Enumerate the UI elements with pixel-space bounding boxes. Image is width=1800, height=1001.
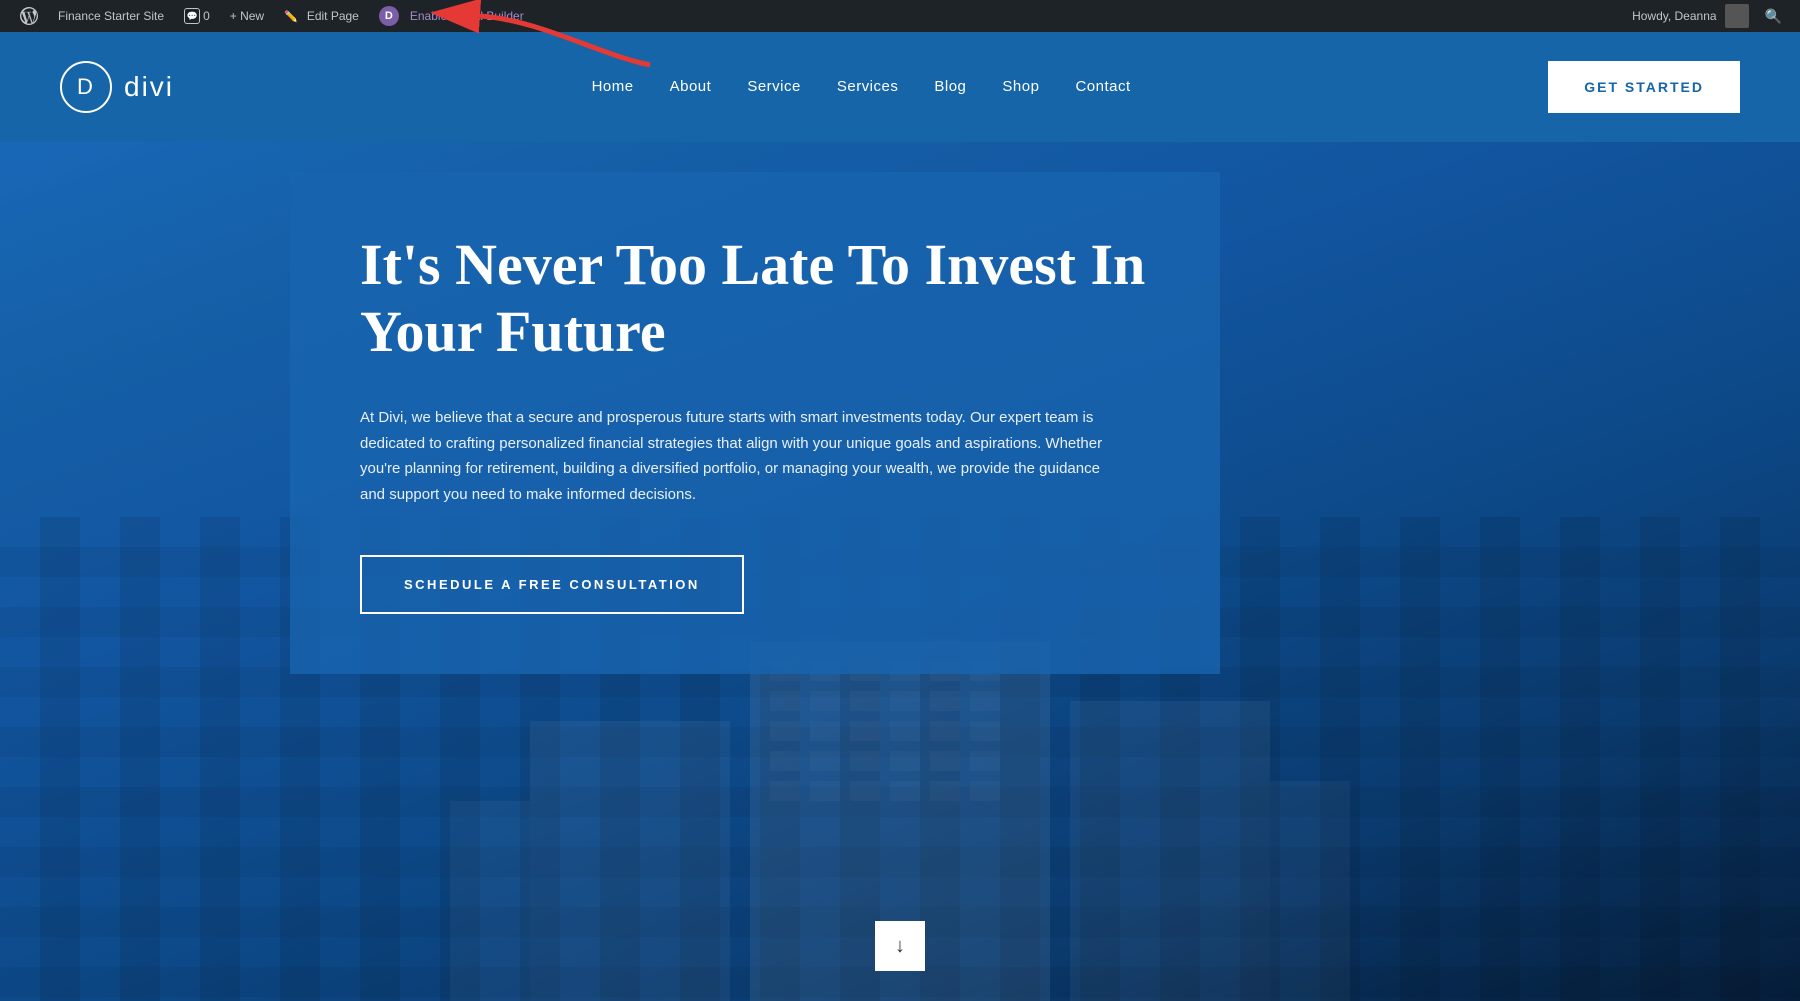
hero-description: At Divi, we believe that a secure and pr… (360, 405, 1120, 507)
nav-item-home[interactable]: Home (592, 78, 634, 96)
get-started-button[interactable]: GET STARTED (1548, 61, 1740, 113)
site-name-item[interactable]: Finance Starter Site (48, 0, 174, 32)
nav-item-about[interactable]: About (670, 78, 712, 96)
divi-icon: D (379, 6, 399, 26)
search-icon[interactable]: 🔍 (1757, 8, 1790, 25)
nav-link-home[interactable]: Home (592, 78, 634, 95)
enable-visual-builder-label: Enable Visual Builder (410, 9, 524, 23)
nav-item-contact[interactable]: Contact (1075, 78, 1130, 96)
logo-circle: D (60, 61, 112, 113)
hero-title: It's Never Too Late To Invest In Your Fu… (360, 232, 1150, 365)
edit-page-label: Edit Page (307, 9, 359, 23)
site-logo[interactable]: D divi (60, 61, 174, 113)
admin-bar: Finance Starter Site 💬 0 + New ✏️ Edit P… (0, 0, 1800, 32)
nav-item-blog[interactable]: Blog (934, 78, 966, 96)
scroll-down-icon: ↓ (895, 935, 905, 958)
user-avatar (1725, 4, 1749, 28)
nav-item-service[interactable]: Service (747, 78, 801, 96)
site-name-label: Finance Starter Site (58, 9, 164, 23)
nav-item-services[interactable]: Services (837, 78, 899, 96)
wp-logo-item[interactable] (10, 0, 48, 32)
comments-count: 0 (203, 9, 210, 23)
hero-section: It's Never Too Late To Invest In Your Fu… (0, 32, 1800, 1001)
nav-link-about[interactable]: About (670, 78, 712, 95)
nav-item-shop[interactable]: Shop (1002, 78, 1039, 96)
enable-visual-builder-item[interactable]: D Enable Visual Builder (369, 0, 534, 32)
nav-link-service[interactable]: Service (747, 78, 801, 95)
nav-link-shop[interactable]: Shop (1002, 78, 1039, 95)
new-item[interactable]: + New (220, 0, 274, 32)
logo-text: divi (124, 71, 174, 103)
comments-item[interactable]: 💬 0 (174, 0, 220, 32)
site-header: D divi Home About Service Services Blog … (0, 32, 1800, 142)
admin-bar-right: Howdy, Deanna 🔍 (1632, 4, 1790, 28)
scroll-down-button[interactable]: ↓ (875, 921, 925, 971)
nav-link-services[interactable]: Services (837, 78, 899, 95)
logo-letter: D (77, 74, 95, 100)
nav-link-contact[interactable]: Contact (1075, 78, 1130, 95)
nav-list: Home About Service Services Blog Shop Co… (592, 78, 1131, 96)
comment-icon: 💬 (184, 8, 200, 24)
main-nav: Home About Service Services Blog Shop Co… (592, 78, 1131, 96)
consultation-button[interactable]: SCHEDULE A FREE CONSULTATION (360, 555, 744, 614)
edit-page-item[interactable]: ✏️ Edit Page (274, 0, 369, 32)
howdy-text: Howdy, Deanna (1632, 9, 1717, 23)
hero-content-box: It's Never Too Late To Invest In Your Fu… (290, 172, 1220, 674)
nav-link-blog[interactable]: Blog (934, 78, 966, 95)
new-label: + New (230, 9, 264, 23)
